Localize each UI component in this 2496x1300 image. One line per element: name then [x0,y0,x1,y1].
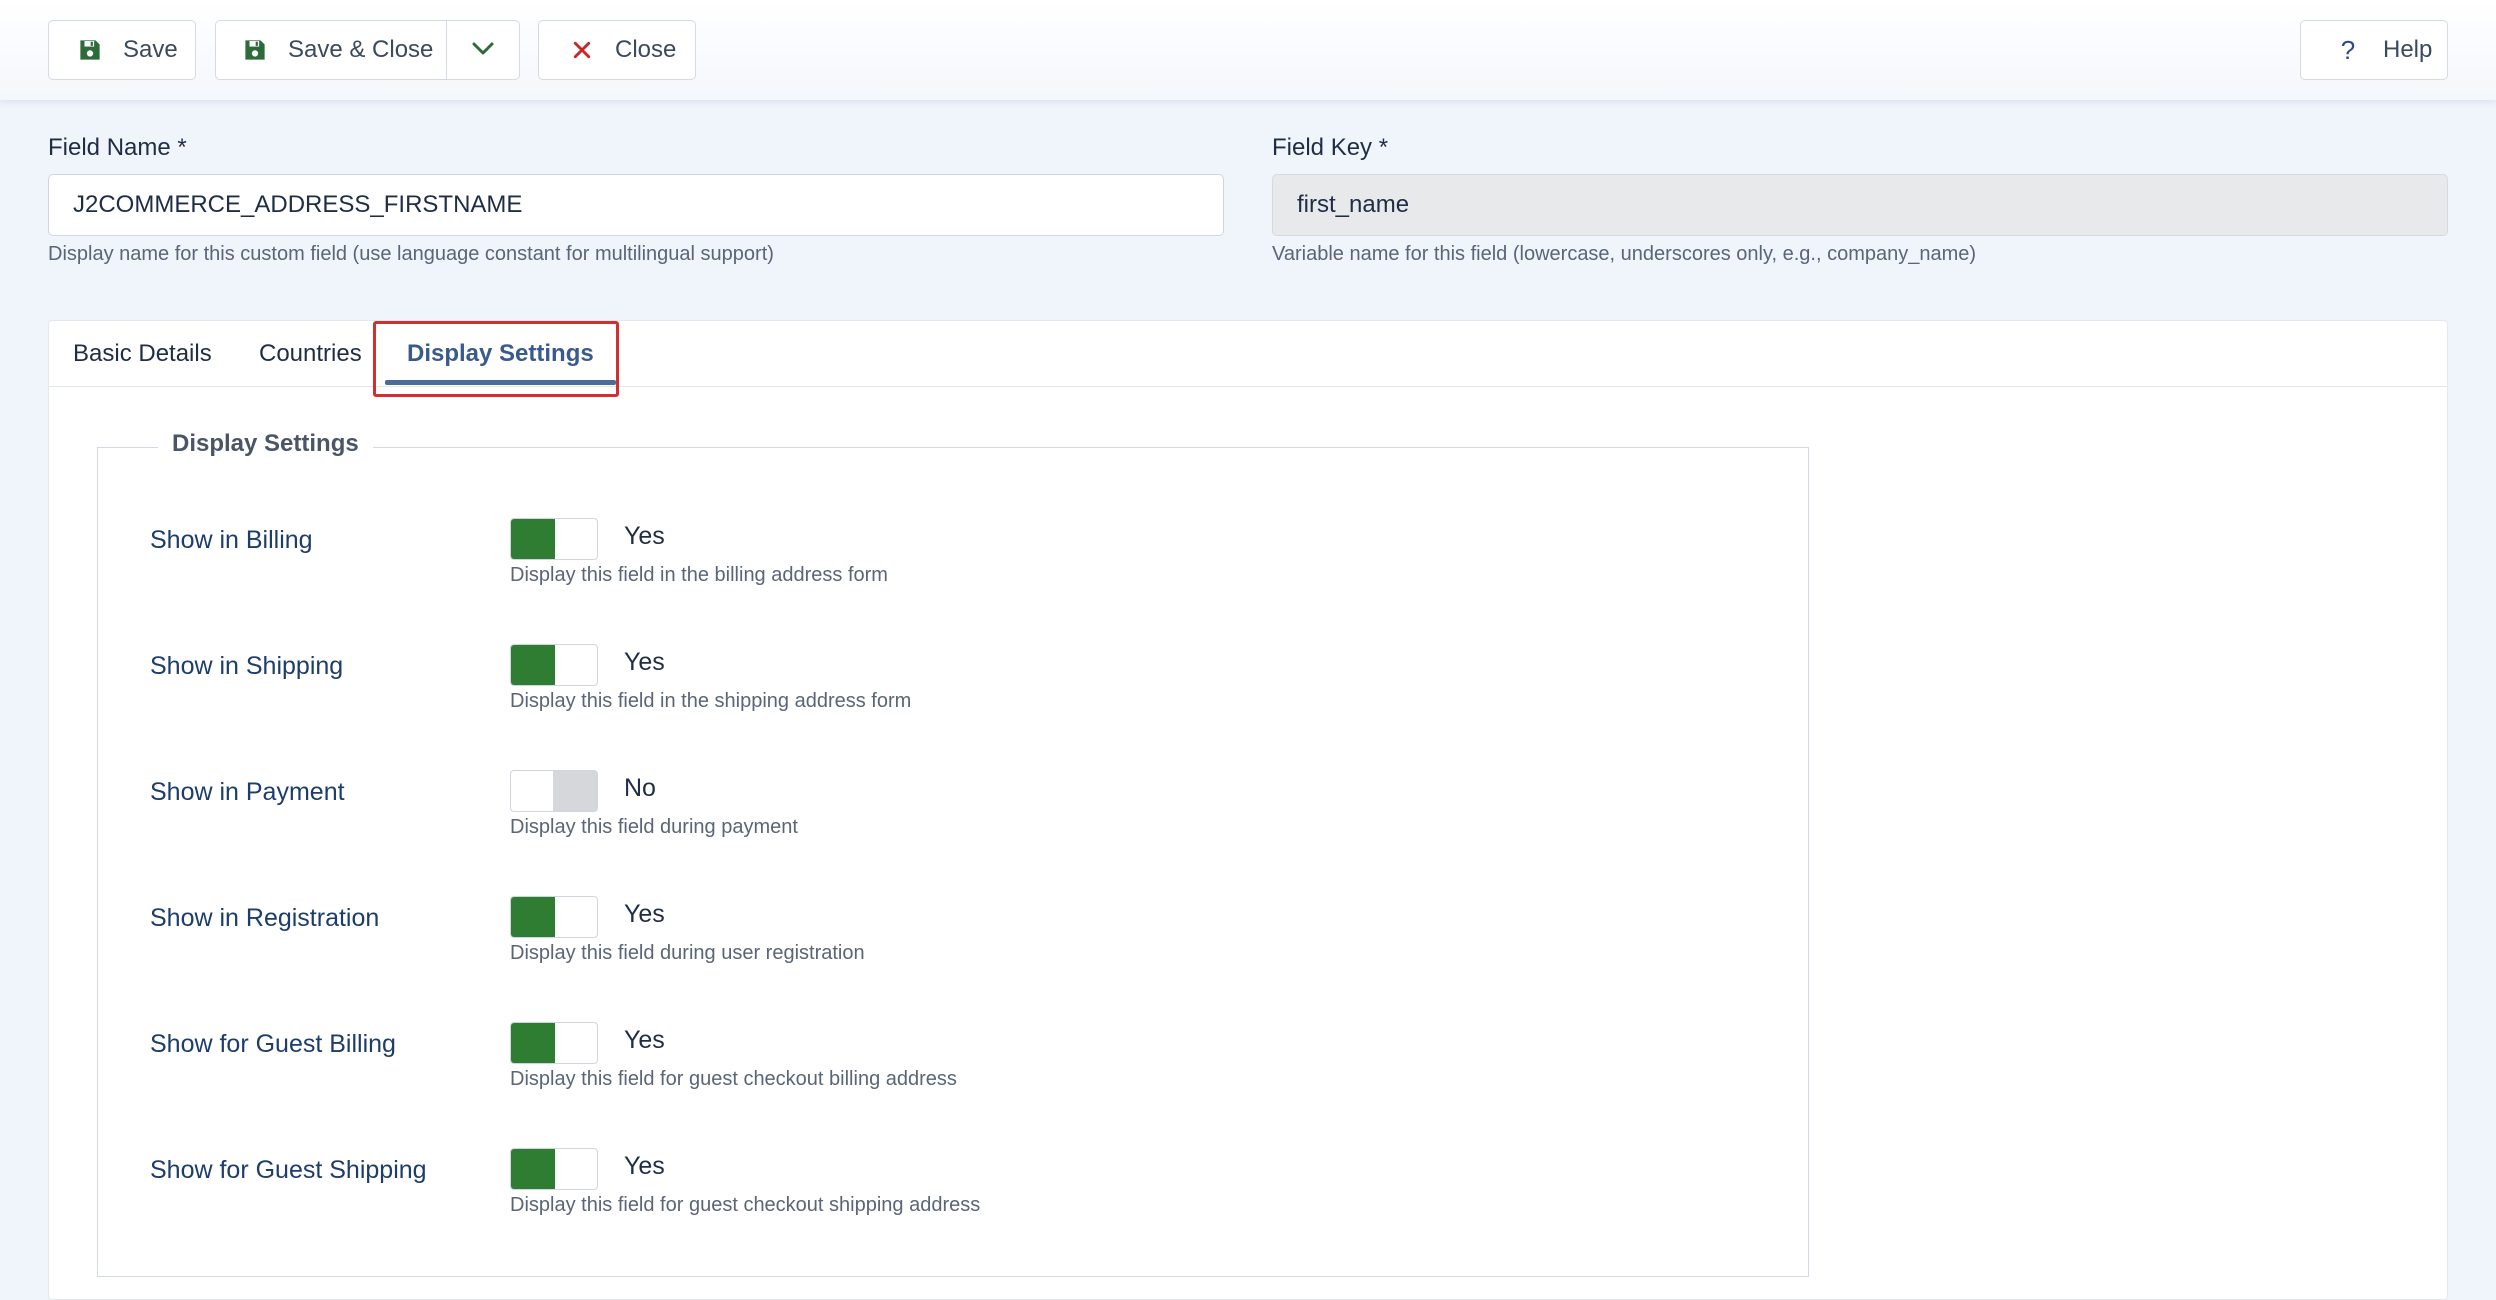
show-for-guest-shipping-toggle[interactable] [510,1148,598,1190]
show-for-guest-shipping-state: Yes [624,1152,665,1180]
tab-countries[interactable]: Countries [259,321,362,387]
tabs-panel: Basic Details Countries Display Settings… [48,320,2448,1300]
close-button-label: Close [615,36,677,63]
show-in-billing-help: Display this field in the billing addres… [510,564,888,586]
show-in-shipping-label: Show in Shipping [150,652,344,680]
save-options-dropdown-button[interactable] [446,20,520,80]
toggle-knob [511,519,555,559]
show-in-registration-toggle[interactable] [510,896,598,938]
save-close-button-label: Save & Close [288,36,434,63]
show-in-registration-help: Display this field during user registrat… [510,942,865,964]
tab-basic-details[interactable]: Basic Details [73,321,212,387]
chevron-down-icon [471,36,495,64]
show-in-billing-label: Show in Billing [150,526,313,554]
show-in-payment-help: Display this field during payment [510,816,798,838]
field-key-help: Variable name for this field (lowercase,… [1272,243,1977,265]
field-name-help: Display name for this custom field (use … [48,243,774,265]
help-button-label: Help [2383,36,2433,63]
show-for-guest-shipping-help: Display this field for guest checkout sh… [510,1194,981,1216]
toolbar: Save Save & Close Close ? Help [0,0,2496,100]
close-icon [569,37,595,63]
show-in-billing-state: Yes [624,522,665,550]
show-in-registration-state: Yes [624,900,665,928]
toggle-knob [511,645,555,685]
show-in-shipping-state: Yes [624,648,665,676]
tab-display-settings[interactable]: Display Settings [385,321,616,387]
save-close-button[interactable]: Save & Close [215,20,447,80]
floppy-disk-icon [242,37,268,63]
field-key-label: Field Key * [1272,134,1389,161]
question-mark-icon: ? [2340,34,2356,65]
field-name-label: Field Name * [48,134,187,161]
toggle-knob [511,1023,555,1063]
show-in-registration-label: Show in Registration [150,904,380,932]
help-button[interactable]: ? Help [2300,20,2448,80]
toggle-knob [511,897,555,937]
fieldset-legend: Display Settings [158,430,373,458]
field-name-input[interactable]: J2COMMERCE_ADDRESS_FIRSTNAME [48,174,1224,236]
tab-bar: Basic Details Countries Display Settings [49,321,2447,387]
show-in-payment-toggle[interactable] [510,770,598,812]
show-in-billing-toggle[interactable] [510,518,598,560]
toggle-knob [553,771,597,811]
floppy-disk-icon [77,37,103,63]
show-in-payment-state: No [624,774,656,802]
show-for-guest-billing-state: Yes [624,1026,665,1054]
show-for-guest-billing-help: Display this field for guest checkout bi… [510,1068,957,1090]
save-button[interactable]: Save [48,20,196,80]
show-in-shipping-help: Display this field in the shipping addre… [510,690,912,712]
show-for-guest-billing-toggle[interactable] [510,1022,598,1064]
field-key-input[interactable]: first_name [1272,174,2448,236]
toggle-knob [511,1149,555,1189]
save-button-label: Save [123,36,178,63]
display-settings-fieldset: Display Settings Show in Billing Yes Dis… [97,430,1809,1277]
show-for-guest-billing-label: Show for Guest Billing [150,1030,396,1058]
show-in-shipping-toggle[interactable] [510,644,598,686]
show-for-guest-shipping-label: Show for Guest Shipping [150,1156,427,1184]
close-button[interactable]: Close [538,20,696,80]
show-in-payment-label: Show in Payment [150,778,345,806]
